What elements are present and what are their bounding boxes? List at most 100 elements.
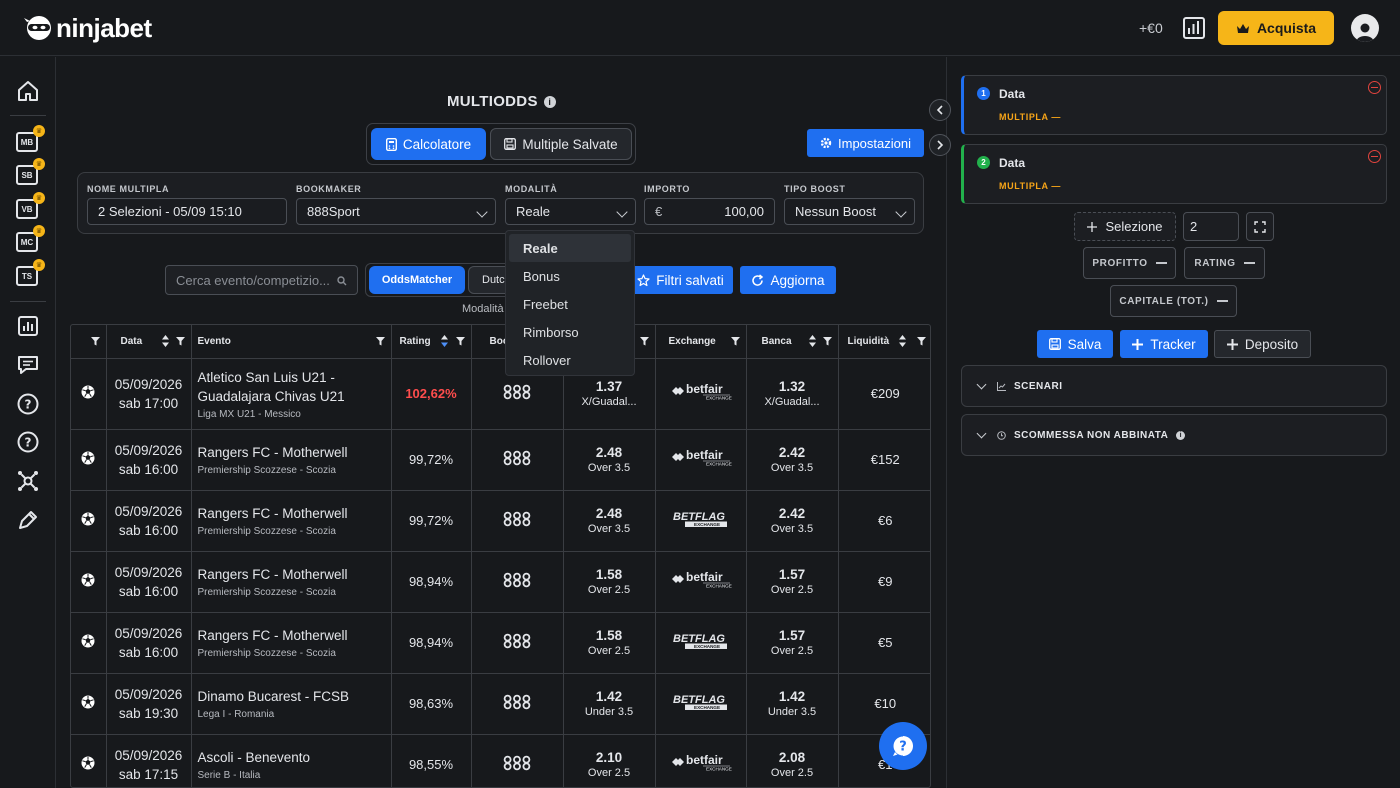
collapse-left-arrow[interactable] bbox=[929, 99, 951, 121]
scommessa-non-abbinata-accordion[interactable]: SCOMMESSA NON ABBINATA i bbox=[961, 414, 1387, 456]
importo-input[interactable]: €100,00 bbox=[644, 198, 775, 225]
remove-selection-icon[interactable] bbox=[1368, 150, 1381, 163]
lay-selection: Over 2.5 bbox=[770, 645, 814, 657]
event-cell[interactable]: Rangers FC - Motherwell Premiership Scozz… bbox=[191, 551, 392, 613]
column-banca-header[interactable]: Banca bbox=[746, 325, 839, 359]
refresh-button[interactable]: Aggiorna bbox=[740, 266, 836, 294]
lay-cell[interactable]: 2.42 Over 3.5 bbox=[746, 490, 839, 552]
odds-cell[interactable]: 1.42 Under 3.5 bbox=[563, 673, 656, 735]
fullscreen-button[interactable] bbox=[1246, 212, 1274, 241]
tab-calcolatore[interactable]: Calcolatore bbox=[371, 128, 486, 160]
sidebar-item-vb[interactable]: VB ♛ bbox=[16, 192, 45, 219]
event-cell[interactable]: Dinamo Bucarest - FCSB Lega I - Romania bbox=[191, 673, 392, 735]
help-icon[interactable]: ? bbox=[16, 392, 40, 416]
event-cell[interactable]: Rangers FC - Motherwell Premiership Scozz… bbox=[191, 429, 392, 491]
odds-cell[interactable]: 1.58 Over 2.5 bbox=[563, 551, 656, 613]
nome-multipla-input[interactable]: 2 Selezioni - 05/09 15:10 bbox=[87, 198, 287, 225]
column-rating-header[interactable]: Rating bbox=[391, 325, 472, 359]
sidebar-item-mb[interactable]: MB ♛ bbox=[16, 125, 45, 152]
deposito-button[interactable]: Deposito bbox=[1214, 330, 1311, 358]
filter-icon[interactable] bbox=[375, 337, 385, 346]
odds-cell[interactable]: 2.10 Over 2.5 bbox=[563, 734, 656, 787]
save-button[interactable]: Salva bbox=[1037, 330, 1113, 358]
info-icon[interactable]: i bbox=[543, 95, 556, 108]
lay-cell[interactable]: 1.57 Over 2.5 bbox=[746, 612, 839, 674]
column-data-header[interactable]: Data bbox=[106, 325, 192, 359]
help-chat-button[interactable]: ? bbox=[879, 722, 927, 770]
logo[interactable]: ninjabet bbox=[24, 12, 152, 44]
event-cell[interactable]: Ascoli - Benevento Serie B - Italia bbox=[191, 734, 392, 787]
chat-icon[interactable] bbox=[16, 353, 40, 377]
faq-icon[interactable]: ? bbox=[16, 430, 40, 454]
expand-right-arrow[interactable] bbox=[929, 134, 951, 156]
sidebar-item-mc[interactable]: MC ♛ bbox=[16, 225, 45, 252]
lay-selection: Over 3.5 bbox=[770, 462, 814, 474]
lay-cell[interactable]: 1.32 X/Guadal... bbox=[746, 358, 839, 430]
column-exchange-header[interactable]: Exchange bbox=[655, 325, 747, 359]
settings-button[interactable]: Impostazioni bbox=[807, 129, 924, 157]
filter-icon[interactable] bbox=[175, 337, 185, 346]
bookmaker-select[interactable]: 888Sport bbox=[296, 198, 496, 225]
filter-icon[interactable] bbox=[455, 337, 465, 346]
modalita-option-rimborso[interactable]: Rimborso bbox=[509, 318, 631, 346]
buy-button[interactable]: Acquista bbox=[1218, 11, 1334, 45]
saved-filters-button[interactable]: Filtri salvati bbox=[628, 266, 733, 294]
lay-cell[interactable]: 2.42 Over 3.5 bbox=[746, 429, 839, 491]
sidebar-item-ts[interactable]: TS ♛ bbox=[16, 259, 45, 286]
add-selection-button[interactable]: Selezione bbox=[1074, 212, 1176, 241]
filter-icon[interactable] bbox=[90, 337, 100, 346]
event-search-input[interactable]: Cerca evento/competizio... bbox=[165, 265, 358, 295]
home-icon[interactable] bbox=[16, 79, 40, 103]
selection-card-1[interactable]: 1 Data MULTIPLA — bbox=[961, 75, 1387, 135]
modalita-option-freebet[interactable]: Freebet bbox=[509, 290, 631, 318]
table-row[interactable]: 05/09/2026 sab 16:00 Rangers FC - Motherwe… bbox=[71, 490, 930, 552]
lay-cell[interactable]: 1.57 Over 2.5 bbox=[746, 551, 839, 613]
filter-icon[interactable] bbox=[917, 337, 926, 346]
column-evento-header[interactable]: Evento bbox=[191, 325, 392, 359]
event-league: Premiership Scozzese - Scozia bbox=[197, 587, 336, 598]
scenari-accordion[interactable]: SCENARI bbox=[961, 365, 1387, 407]
table-row[interactable]: 05/09/2026 sab 16:00 Rangers FC - Motherwe… bbox=[71, 612, 930, 674]
modalita-option-rollover[interactable]: Rollover bbox=[509, 346, 631, 374]
event-cell[interactable]: Rangers FC - Motherwell Premiership Scozz… bbox=[191, 612, 392, 674]
table-row[interactable]: 05/09/2026 sab 17:15 Ascoli - Benevento Ser… bbox=[71, 734, 930, 787]
chart-icon[interactable] bbox=[16, 314, 40, 338]
filter-icon[interactable] bbox=[639, 337, 649, 346]
modalita-option-bonus[interactable]: Bonus bbox=[509, 262, 631, 290]
sort-icon[interactable] bbox=[899, 335, 906, 347]
event-cell[interactable]: Rangers FC - Motherwell Premiership Scozz… bbox=[191, 490, 392, 552]
tab-oddsmatcher[interactable]: OddsMatcher bbox=[369, 266, 465, 294]
table-row[interactable]: 05/09/2026 sab 17:00 Atletico San Luis U21… bbox=[71, 358, 930, 430]
lay-cell[interactable]: 1.42 Under 3.5 bbox=[746, 673, 839, 735]
column-liquidita-header[interactable]: Liquidità bbox=[838, 325, 930, 359]
sidebar-item-sb[interactable]: SB ♛ bbox=[16, 158, 45, 185]
odds-cell[interactable]: 2.48 Over 3.5 bbox=[563, 429, 656, 491]
modalita-select[interactable]: Reale bbox=[505, 198, 636, 225]
filter-icon[interactable] bbox=[822, 337, 832, 346]
network-icon[interactable] bbox=[16, 469, 40, 493]
tracker-button[interactable]: Tracker bbox=[1120, 330, 1208, 358]
table-row[interactable]: 05/09/2026 sab 16:00 Rangers FC - Motherwe… bbox=[71, 551, 930, 613]
tab-multiple-salvate[interactable]: Multiple Salvate bbox=[490, 128, 632, 160]
odds-cell[interactable]: 2.48 Over 3.5 bbox=[563, 490, 656, 552]
modalita-option-reale[interactable]: Reale bbox=[509, 234, 631, 262]
column-sport-header[interactable] bbox=[71, 325, 107, 359]
rating-cell: 98,55% bbox=[391, 734, 472, 787]
odds-cell[interactable]: 1.58 Over 2.5 bbox=[563, 612, 656, 674]
table-row[interactable]: 05/09/2026 sab 16:00 Rangers FC - Motherwe… bbox=[71, 429, 930, 491]
user-avatar[interactable] bbox=[1351, 14, 1379, 42]
sort-icon[interactable] bbox=[808, 335, 816, 347]
sort-icon[interactable] bbox=[161, 335, 169, 347]
selection-count-input[interactable]: 2 bbox=[1183, 212, 1239, 241]
info-icon[interactable]: i bbox=[1176, 430, 1186, 440]
pen-icon[interactable] bbox=[16, 508, 40, 532]
sort-desc-icon[interactable] bbox=[440, 335, 448, 347]
remove-selection-icon[interactable] bbox=[1368, 81, 1381, 94]
table-row[interactable]: 05/09/2026 sab 19:30 Dinamo Bucarest - FCS… bbox=[71, 673, 930, 735]
filter-icon[interactable] bbox=[730, 337, 740, 346]
stats-chart-icon[interactable] bbox=[1182, 16, 1206, 40]
tipo-boost-select[interactable]: Nessun Boost bbox=[784, 198, 915, 225]
lay-cell[interactable]: 2.08 Over 2.5 bbox=[746, 734, 839, 787]
selection-card-2[interactable]: 2 Data MULTIPLA — bbox=[961, 144, 1387, 204]
event-cell[interactable]: Atletico San Luis U21 - Guadalajara Chiv… bbox=[191, 358, 392, 430]
